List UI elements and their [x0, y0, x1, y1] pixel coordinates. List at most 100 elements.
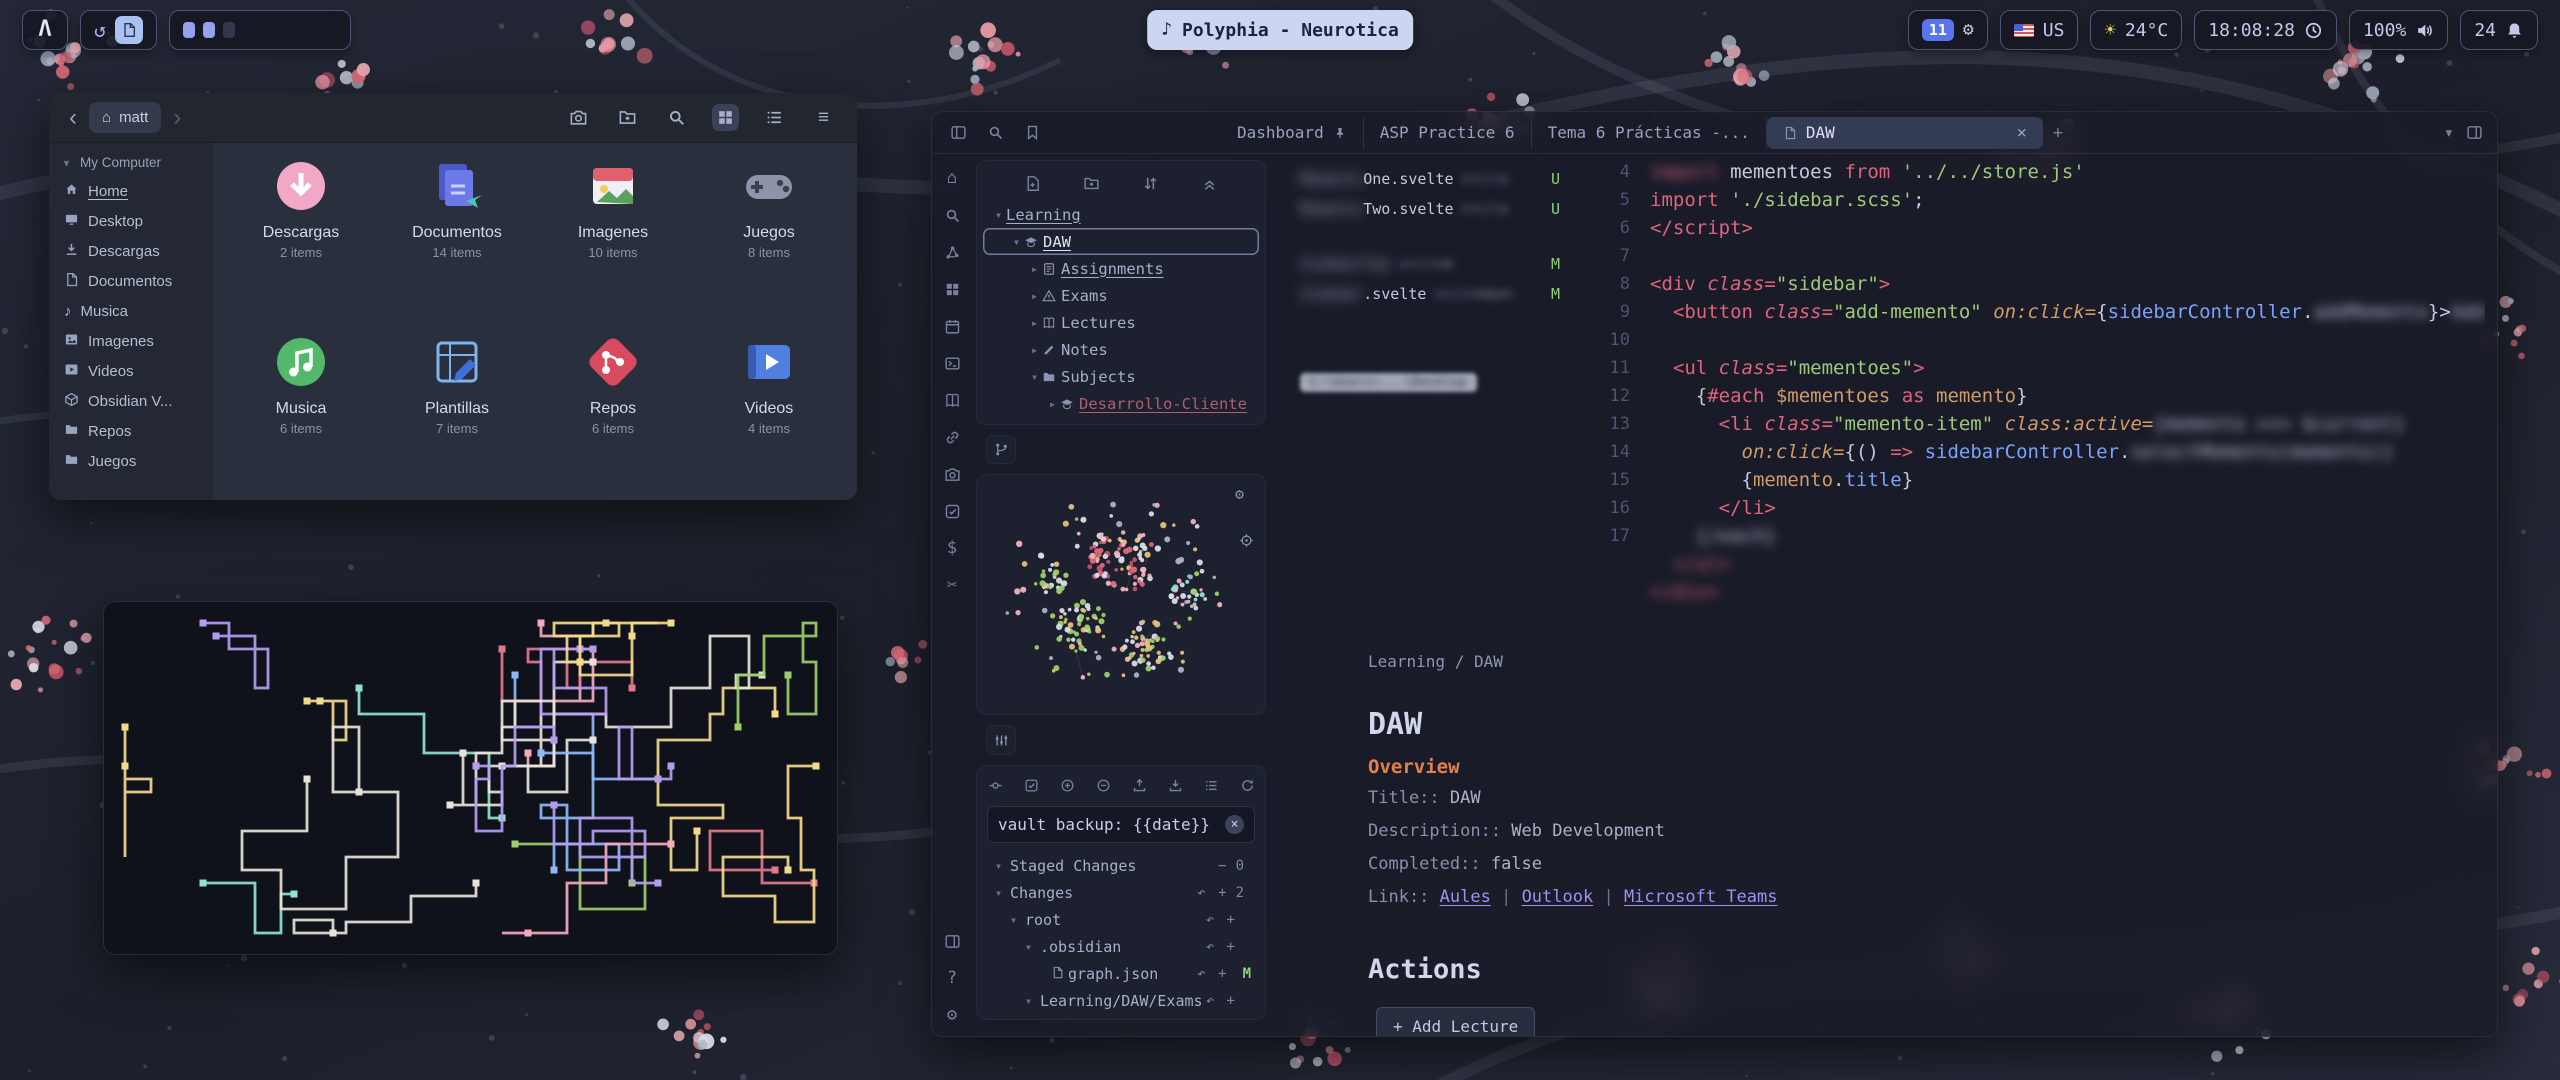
- explorer-item[interactable]: ▾ DAW: [983, 228, 1259, 255]
- sidebar-item[interactable]: Repos: [49, 416, 213, 446]
- sidebar-item[interactable]: Desktop: [49, 206, 213, 236]
- minus-circle-icon[interactable]: [1094, 776, 1113, 795]
- graph-view[interactable]: [991, 491, 1243, 697]
- tab[interactable]: ASP Practice 6: [1364, 117, 1532, 149]
- graph-focus-icon[interactable]: [1223, 515, 1256, 550]
- sidebar-item[interactable]: ♪Musica: [49, 296, 213, 326]
- media-module[interactable]: ♪ Polyphia - Neurotica: [1147, 10, 1413, 50]
- refresh-icon[interactable]: [1238, 776, 1257, 795]
- git-row-actions[interactable]: ↶ +: [1197, 885, 1228, 901]
- breadcrumb[interactable]: ⌂ matt: [89, 102, 161, 133]
- gear-icon[interactable]: ⚙: [945, 1005, 959, 1026]
- commit-icon[interactable]: [986, 776, 1005, 795]
- note-link[interactable]: Aules: [1440, 887, 1491, 907]
- help-icon[interactable]: ?: [945, 968, 959, 989]
- git-item[interactable]: graph.json ↶ + M: [983, 961, 1259, 988]
- folder-item[interactable]: Juegos8 items: [695, 157, 843, 315]
- folder-item[interactable]: Documentos14 items: [383, 157, 531, 315]
- push-icon[interactable]: [1130, 776, 1149, 795]
- tasks-icon[interactable]: [942, 501, 963, 522]
- canvas-icon[interactable]: [942, 279, 963, 300]
- sidebar-item[interactable]: Descargas: [49, 236, 213, 266]
- explorer-item[interactable]: ▾ Subjects: [983, 363, 1259, 390]
- workspaces-module[interactable]: [169, 10, 351, 50]
- note-link[interactable]: Microsoft Teams: [1624, 887, 1778, 907]
- forward-button[interactable]: ›: [169, 104, 185, 132]
- sidebar-item[interactable]: Obsidian V...: [49, 386, 213, 416]
- link-icon[interactable]: [942, 427, 963, 448]
- new-tab-button[interactable]: +: [2051, 121, 2065, 145]
- folder-item[interactable]: Descargas2 items: [227, 157, 375, 315]
- update-icon[interactable]: ↺: [94, 20, 106, 40]
- notifications-module[interactable]: 24: [2460, 10, 2538, 50]
- code-editor[interactable]: 4import mementoes from '../../store.js'5…: [1604, 158, 2485, 606]
- launcher-button[interactable]: Λ: [22, 10, 68, 50]
- git-item[interactable]: ▾ Changes ↶ + 2: [983, 880, 1259, 907]
- back-button[interactable]: ‹: [65, 104, 81, 132]
- new-folder-icon[interactable]: [614, 104, 641, 131]
- bookmark-icon[interactable]: [1022, 122, 1043, 143]
- explorer-item[interactable]: ▸ Lectures: [983, 309, 1259, 336]
- collapse-icon[interactable]: [1199, 173, 1220, 194]
- note-link[interactable]: Outlook: [1522, 887, 1594, 907]
- git-item[interactable]: ▾ Learning/DAW/Exams ↶ +: [983, 988, 1259, 1015]
- explorer-item[interactable]: ▸ Exams: [983, 282, 1259, 309]
- volume-module[interactable]: 100%: [2349, 10, 2448, 50]
- terminal-icon[interactable]: [942, 353, 963, 374]
- sidebar-section-header[interactable]: ▾My Computer: [49, 149, 213, 176]
- search-icon[interactable]: [942, 205, 963, 226]
- tasks-icon[interactable]: [1022, 776, 1041, 795]
- toggle-right-sidebar-icon[interactable]: [2464, 122, 2485, 143]
- git-row-actions[interactable]: −: [1218, 858, 1228, 874]
- git-row-actions[interactable]: ↶ +: [1206, 939, 1237, 955]
- git-row-actions[interactable]: ↶ +: [1206, 912, 1237, 928]
- search-icon[interactable]: [985, 122, 1006, 143]
- sidebar-item[interactable]: Imagenes: [49, 326, 213, 356]
- explorer-item[interactable]: ▾ Learning: [983, 201, 1259, 228]
- explorer-item[interactable]: ▸ Assignments: [983, 255, 1259, 282]
- calendar-icon[interactable]: [942, 316, 963, 337]
- dollar-icon[interactable]: $: [945, 538, 959, 559]
- explorer-item[interactable]: ▸ Notes: [983, 336, 1259, 363]
- weather-module[interactable]: ☀24°C: [2090, 10, 2182, 50]
- close-tab-icon[interactable]: ×: [2017, 123, 2027, 143]
- graph-icon[interactable]: [942, 242, 963, 263]
- sidebar-item[interactable]: Videos: [49, 356, 213, 386]
- sidebar-item[interactable]: Juegos: [49, 446, 213, 476]
- tab[interactable]: Dashboard: [1221, 117, 1364, 149]
- explorer-item[interactable]: ▸ Desarrollo-Cliente: [983, 390, 1259, 417]
- packages-module[interactable]: 11⚙: [1908, 10, 1988, 50]
- graph-settings-icon[interactable]: ⚙: [1223, 483, 1256, 505]
- tab[interactable]: DAW ×: [1767, 117, 2043, 149]
- git-item[interactable]: ▾ root ↶ +: [983, 907, 1259, 934]
- folder-item[interactable]: Musica6 items: [227, 333, 375, 491]
- book-icon[interactable]: [942, 390, 963, 411]
- action-button[interactable]: + Add Lecture: [1376, 1007, 1535, 1037]
- search-icon[interactable]: [663, 104, 690, 131]
- pull-icon[interactable]: [1166, 776, 1185, 795]
- git-item[interactable]: ▾ Staged Changes − 0: [983, 853, 1259, 880]
- sidebar-toggle-icon[interactable]: [948, 122, 969, 143]
- sidebar-item[interactable]: Home: [49, 176, 213, 206]
- sidebar-item[interactable]: Documentos: [49, 266, 213, 296]
- pane-settings-icon[interactable]: [986, 725, 1016, 755]
- folder-item[interactable]: Videos4 items: [695, 333, 843, 491]
- git-item[interactable]: ▾ .obsidian ↶ +: [983, 934, 1259, 961]
- workspace-indicator[interactable]: [223, 22, 235, 38]
- folder-item[interactable]: Plantillas7 items: [383, 333, 531, 491]
- clock-module[interactable]: 18:08:28: [2194, 10, 2337, 50]
- keyboard-layout-module[interactable]: US: [2000, 10, 2079, 50]
- git-branch-icon[interactable]: [986, 435, 1016, 465]
- folder-item[interactable]: Repos6 items: [539, 333, 687, 491]
- new-folder-icon[interactable]: [1081, 173, 1102, 194]
- camera-icon[interactable]: [942, 464, 963, 485]
- new-note-icon[interactable]: [1022, 173, 1043, 194]
- vault-icon[interactable]: ⌂: [945, 168, 959, 189]
- notes-app-icon[interactable]: [115, 16, 143, 44]
- screenshot-icon[interactable]: [565, 104, 592, 131]
- workspace-indicator[interactable]: [203, 22, 215, 38]
- clear-icon[interactable]: ×: [1225, 815, 1244, 834]
- note-breadcrumb[interactable]: Learning / DAW: [1368, 652, 2148, 671]
- menu-icon[interactable]: ≡: [810, 104, 837, 131]
- tab-list-icon[interactable]: ▾: [2442, 121, 2456, 145]
